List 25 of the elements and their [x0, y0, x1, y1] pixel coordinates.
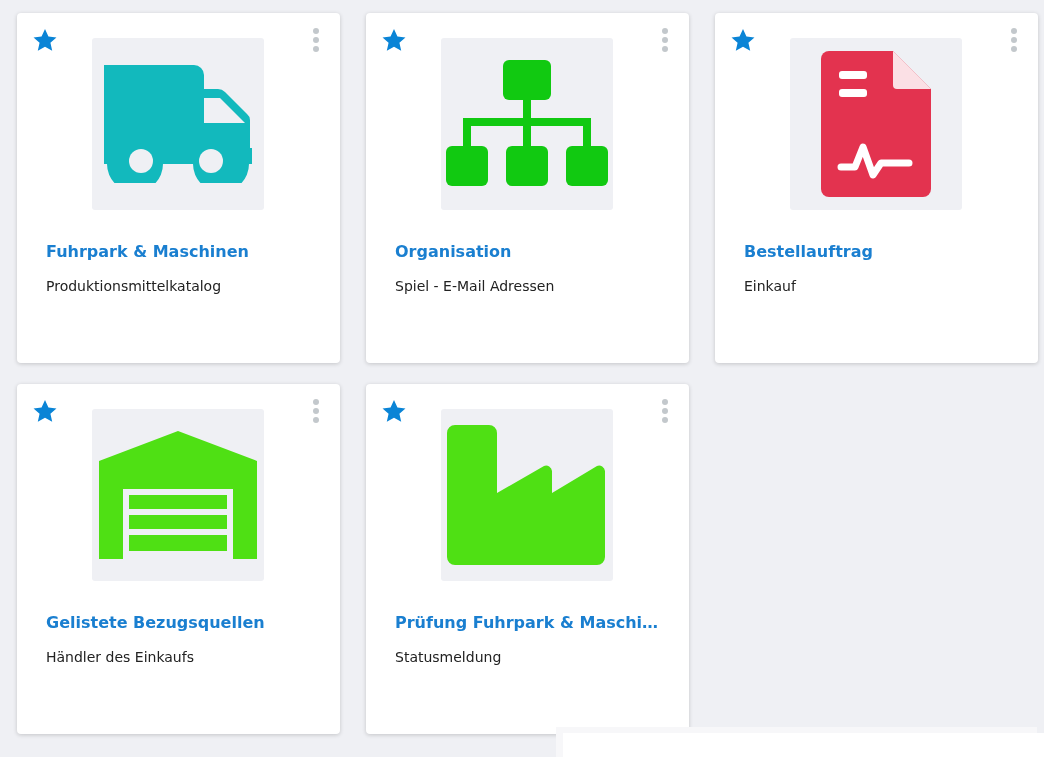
app-card[interactable]: Fuhrpark & Maschinen Produktionsmittelkatalog: [17, 13, 340, 363]
document-icon: [821, 51, 931, 197]
warehouse-icon: [99, 431, 257, 559]
tile-title[interactable]: Gelistete Bezugsquellen: [46, 613, 265, 632]
tile-subtitle: Spiel - E-Mail Adressen: [395, 278, 555, 294]
tile-title[interactable]: Prüfung Fuhrpark & Maschi…: [395, 613, 659, 632]
tile-title[interactable]: Organisation: [395, 242, 512, 261]
tile-subtitle: Händler des Einkaufs: [46, 649, 194, 665]
factory-icon: [447, 425, 607, 565]
app-card[interactable]: Bestellauftrag Einkauf: [715, 13, 1038, 363]
app-card[interactable]: Organisation Spiel - E-Mail Adressen: [366, 13, 689, 363]
tile-title[interactable]: Bestellauftrag: [744, 242, 873, 261]
star-icon[interactable]: [381, 399, 407, 423]
star-icon[interactable]: [32, 399, 58, 423]
hierarchy-icon: [446, 60, 608, 188]
star-icon[interactable]: [381, 28, 407, 52]
app-card[interactable]: Gelistete Bezugsquellen Händler des Einkaufs: [17, 384, 340, 734]
tile-subtitle: Produktionsmittelkatalog: [46, 278, 222, 294]
tile-title[interactable]: Fuhrpark & Maschinen: [46, 242, 249, 261]
truck-icon: [104, 65, 252, 183]
star-icon[interactable]: [32, 28, 58, 52]
tile-subtitle: Statusmeldung: [395, 649, 502, 665]
star-icon[interactable]: [730, 28, 756, 52]
app-card[interactable]: Prüfung Fuhrpark & Maschi… Statusmeldung: [366, 384, 689, 734]
tile-subtitle: Einkauf: [744, 278, 796, 294]
